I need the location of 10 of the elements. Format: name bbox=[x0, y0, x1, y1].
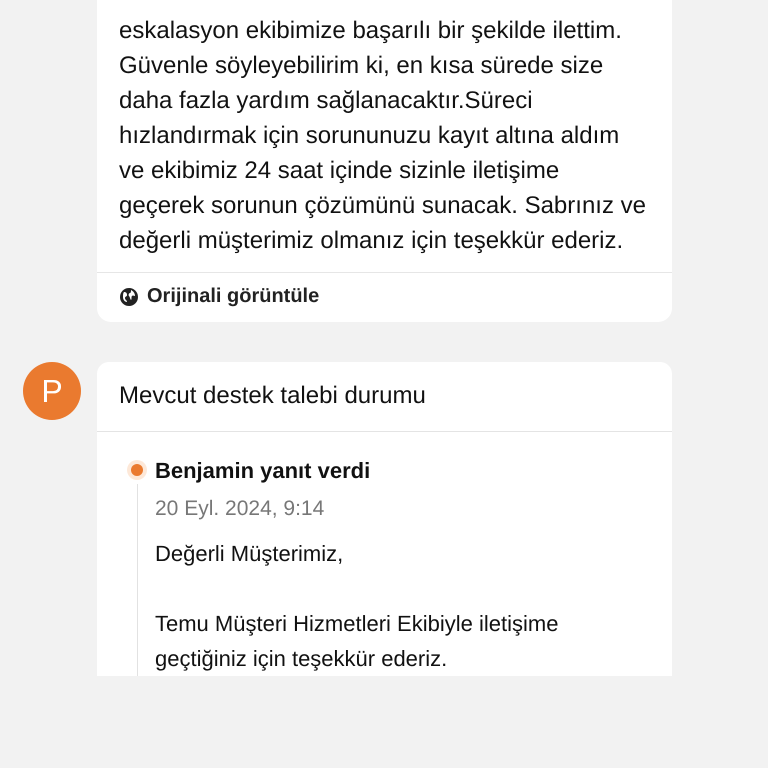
globe-icon bbox=[119, 286, 139, 306]
view-original-link[interactable]: Orijinali görüntüle bbox=[97, 272, 672, 322]
event-author: Benjamin yanıt verdi bbox=[155, 457, 372, 485]
timeline-dot bbox=[131, 464, 143, 476]
event-date: 20 Eyl. 2024, 9:14 bbox=[155, 496, 326, 522]
reply-text: Temu Müşteri Hizmetleri Ekibiyle iletişime geçtiğiniz için teşekkür ederiz. bbox=[155, 610, 560, 673]
message-text: eskalasyon ekibimize başarılı bir şekilde ilettim. Güvenle söyleyebilirim ki, en kısa sürede size daha fazla yardım sağlanacaktır.Süreci hızlandırmak için sorununuzu kayıt altına aldım ve ekibimiz 24 saat içinde sizinle iletişime geçerek sorunun çözümünü sunacak. Sabrınız ve değerli müşterimiz olmanız için teşekkür ederiz. bbox=[118, 16, 647, 256]
reply-text: Değerli Müşterimiz, bbox=[155, 540, 344, 568]
avatar: P bbox=[23, 362, 81, 420]
card-title: Mevcut destek talebi durumu bbox=[97, 362, 672, 432]
